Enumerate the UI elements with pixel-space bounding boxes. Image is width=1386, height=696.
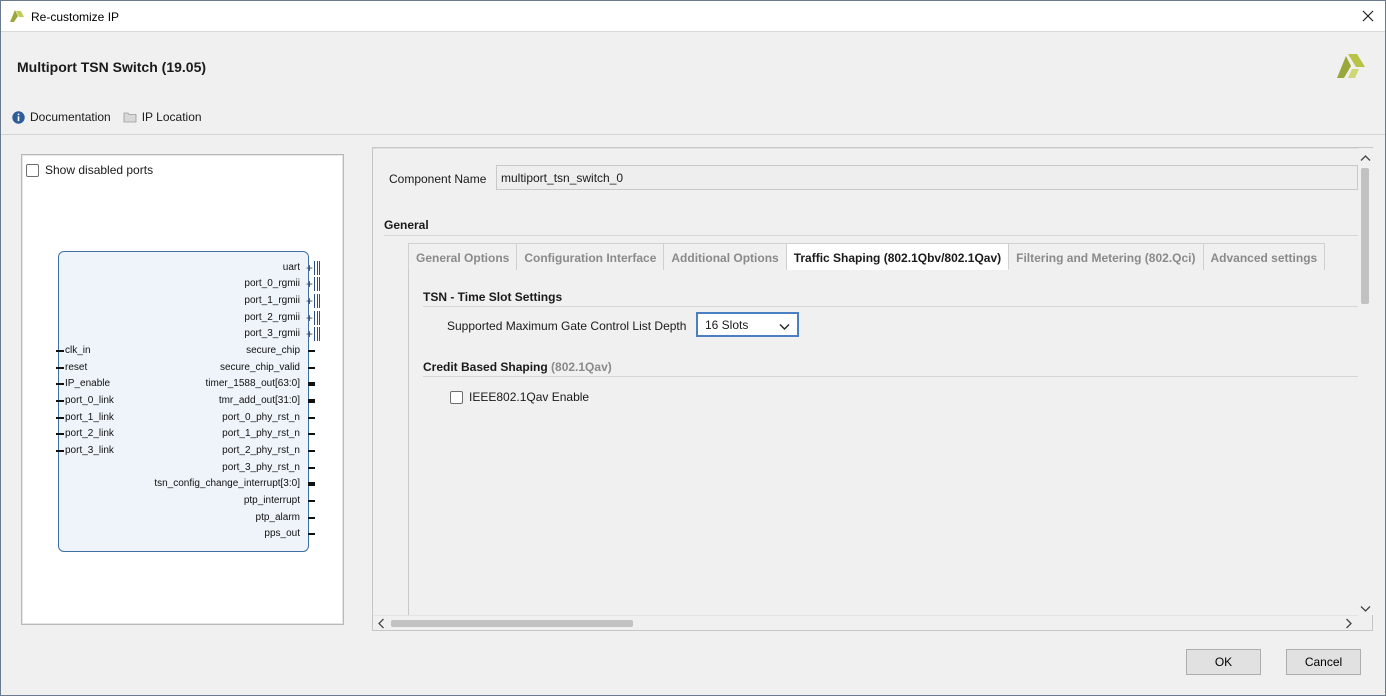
port-timer-1588-out: timer_1588_out[63:0] bbox=[205, 379, 315, 389]
expand-plus-icon[interactable]: + bbox=[306, 312, 313, 324]
divider bbox=[423, 376, 1359, 377]
port-port-1-phy-rst-n: port_1_phy_rst_n bbox=[222, 429, 315, 439]
scroll-up-icon[interactable] bbox=[1360, 151, 1371, 163]
tab-general-options[interactable]: General Options bbox=[408, 243, 518, 270]
qav-enable-label: IEEE802.1Qav Enable bbox=[469, 390, 590, 404]
interface-icon bbox=[314, 277, 320, 291]
scroll-right-icon[interactable] bbox=[1345, 618, 1357, 629]
chevron-down-icon bbox=[779, 320, 790, 334]
divider bbox=[423, 306, 1359, 307]
ip-location-link[interactable]: IP Location bbox=[123, 110, 202, 124]
port-port-1-link: port_1_link bbox=[56, 413, 114, 423]
interface-icon bbox=[314, 311, 320, 325]
vertical-scrollbar[interactable] bbox=[1358, 148, 1373, 615]
port-tmr-add-out: tmr_add_out[31:0] bbox=[219, 396, 315, 406]
port-secure-chip-valid: secure_chip_valid bbox=[220, 363, 315, 373]
ip-symbol-panel: Show disabled ports clk_in reset IP_enab… bbox=[21, 154, 344, 625]
documentation-link[interactable]: Documentation bbox=[12, 110, 111, 124]
expand-plus-icon[interactable]: + bbox=[306, 328, 313, 340]
info-icon bbox=[12, 110, 25, 124]
port-tsn-config-change-interrupt: tsn_config_change_interrupt[3:0] bbox=[154, 479, 315, 489]
port-ptp-alarm: ptp_alarm bbox=[256, 513, 315, 523]
interface-icon bbox=[314, 294, 320, 308]
window-title: Re-customize IP bbox=[31, 10, 120, 24]
port-pps-out: pps_out bbox=[264, 529, 315, 539]
show-disabled-ports-row[interactable]: Show disabled ports bbox=[26, 163, 153, 177]
tab-bar: General Options Configuration Interface … bbox=[408, 243, 1326, 270]
qav-enable-checkbox[interactable] bbox=[450, 390, 463, 404]
cancel-button[interactable]: Cancel bbox=[1286, 649, 1361, 675]
scroll-left-icon[interactable] bbox=[377, 618, 389, 629]
expand-plus-icon[interactable]: + bbox=[306, 262, 313, 274]
port-secure-chip: secure_chip bbox=[246, 346, 315, 356]
component-name-label: Component Name bbox=[389, 172, 487, 186]
documentation-label: Documentation bbox=[30, 110, 111, 124]
horizontal-scroll-thumb[interactable] bbox=[391, 620, 633, 627]
port-ip-enable: IP_enable bbox=[56, 379, 110, 389]
ip-block-symbol: clk_in reset IP_enable port_0_link port_… bbox=[56, 251, 320, 552]
tab-advanced-settings[interactable]: Advanced settings bbox=[1203, 243, 1326, 270]
close-icon[interactable] bbox=[1359, 7, 1377, 25]
port-port-2-link: port_2_link bbox=[56, 429, 114, 439]
component-name-field[interactable]: multiport_tsn_switch_0 bbox=[496, 165, 1358, 190]
interface-icon bbox=[314, 327, 320, 341]
scroll-down-icon[interactable] bbox=[1360, 602, 1371, 614]
vertical-scroll-thumb[interactable] bbox=[1361, 168, 1369, 304]
xilinx-logo-icon bbox=[1335, 50, 1367, 85]
ok-button[interactable]: OK bbox=[1186, 649, 1261, 675]
ip-header: Multiport TSN Switch (19.05) Documentati… bbox=[1, 32, 1385, 135]
port-port-3-phy-rst-n: port_3_phy_rst_n bbox=[222, 463, 315, 473]
qav-enable-row[interactable]: IEEE802.1Qav Enable bbox=[450, 390, 589, 404]
port-uart: uart + bbox=[283, 261, 320, 275]
port-port-3-rgmii: port_3_rgmii + bbox=[244, 327, 320, 341]
port-port-0-phy-rst-n: port_0_phy_rst_n bbox=[222, 413, 315, 423]
port-port-1-rgmii: port_1_rgmii + bbox=[244, 294, 320, 308]
vivado-app-icon bbox=[9, 8, 25, 27]
interface-icon bbox=[314, 261, 320, 275]
divider bbox=[384, 235, 1358, 236]
horizontal-scrollbar[interactable] bbox=[373, 615, 1358, 630]
tab-filtering-and-metering[interactable]: Filtering and Metering (802.Qci) bbox=[1009, 243, 1204, 270]
port-clk-in: clk_in bbox=[56, 346, 91, 356]
expand-plus-icon[interactable]: + bbox=[306, 278, 313, 290]
tab-configuration-interface[interactable]: Configuration Interface bbox=[517, 243, 665, 270]
port-port-0-link: port_0_link bbox=[56, 396, 114, 406]
doc-links: Documentation IP Location bbox=[12, 110, 214, 124]
port-port-2-rgmii: port_2_rgmii + bbox=[244, 311, 320, 325]
expand-plus-icon[interactable]: + bbox=[306, 295, 313, 307]
gate-control-depth-value: 16 Slots bbox=[705, 318, 749, 332]
port-ptp-interrupt: ptp_interrupt bbox=[244, 496, 315, 506]
tab-traffic-shaping[interactable]: Traffic Shaping (802.1Qbv/802.1Qav) bbox=[786, 243, 1010, 270]
ip-location-label: IP Location bbox=[141, 110, 202, 124]
credit-based-shaping-section-title: Credit Based Shaping (802.1Qav) bbox=[423, 360, 612, 374]
tab-additional-options[interactable]: Additional Options bbox=[664, 243, 787, 270]
show-disabled-ports-checkbox[interactable] bbox=[26, 163, 39, 177]
port-port-2-phy-rst-n: port_2_phy_rst_n bbox=[222, 446, 315, 456]
general-section-title: General bbox=[384, 218, 429, 232]
show-disabled-ports-label: Show disabled ports bbox=[45, 163, 154, 177]
port-port-0-rgmii: port_0_rgmii + bbox=[244, 277, 320, 291]
port-port-3-link: port_3_link bbox=[56, 446, 114, 456]
title-bar: Re-customize IP bbox=[1, 1, 1385, 32]
dialog-window: Re-customize IP Multiport TSN Switch (19… bbox=[0, 0, 1386, 696]
gate-control-depth-label: Supported Maximum Gate Control List Dept… bbox=[447, 319, 687, 333]
folder-icon bbox=[123, 111, 137, 123]
ip-title: Multiport TSN Switch (19.05) bbox=[17, 59, 207, 75]
tsn-time-slot-section-title: TSN - Time Slot Settings bbox=[423, 290, 563, 304]
traffic-shaping-tab-content: TSN - Time Slot Settings Supported Maxim… bbox=[408, 270, 1359, 616]
config-panel: Component Name multiport_tsn_switch_0 Ge… bbox=[372, 147, 1373, 631]
port-reset: reset bbox=[56, 363, 87, 373]
gate-control-depth-select[interactable]: 16 Slots bbox=[696, 312, 799, 337]
